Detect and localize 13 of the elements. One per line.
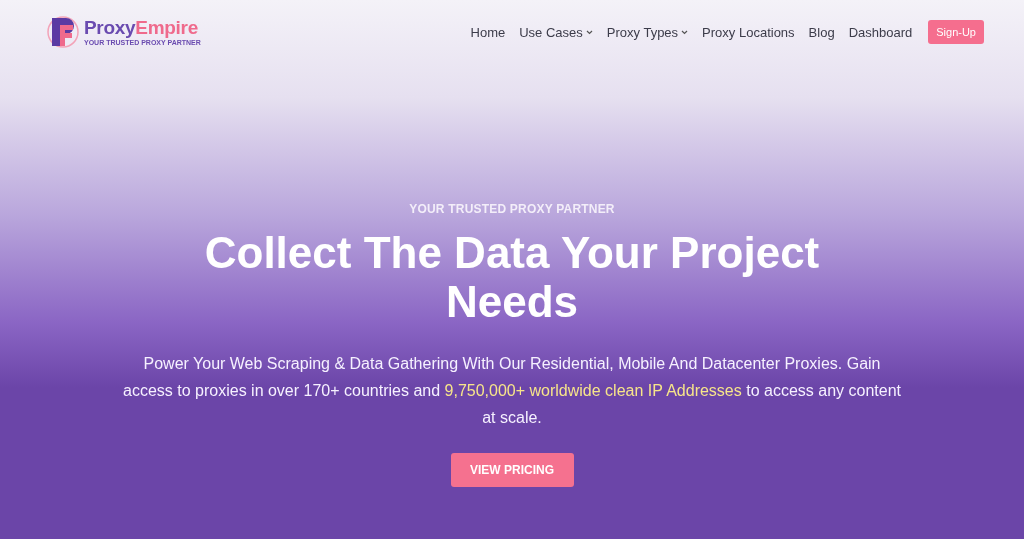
nav-link[interactable]: Proxy Locations — [702, 24, 795, 40]
nav-link[interactable]: Use Cases — [519, 24, 593, 40]
brand-name: ProxyEmpire — [84, 18, 199, 37]
nav-link[interactable]: Proxy Types — [606, 24, 689, 40]
nav-link[interactable]: Home — [470, 24, 506, 40]
caret-icon — [585, 29, 593, 35]
logo-icon — [46, 14, 80, 50]
hero-eyebrow: YOUR TRUSTED PROXY PARTNER — [409, 202, 615, 216]
nav-link[interactable]: Blog — [808, 24, 835, 40]
hero-title: Collect The Data Your Project Needs — [203, 228, 821, 326]
hero-description: Power Your Web Scraping & Data Gathering With Our Residential, Mobile And Datacenter Proxies. Gain access to proxies in over 170+ countries and 9,750,000+ worldwide clean IP Addresses to access any content at scale. — [122, 354, 902, 428]
nav-link[interactable]: Dashboard — [848, 24, 913, 40]
caret-icon — [681, 29, 689, 35]
